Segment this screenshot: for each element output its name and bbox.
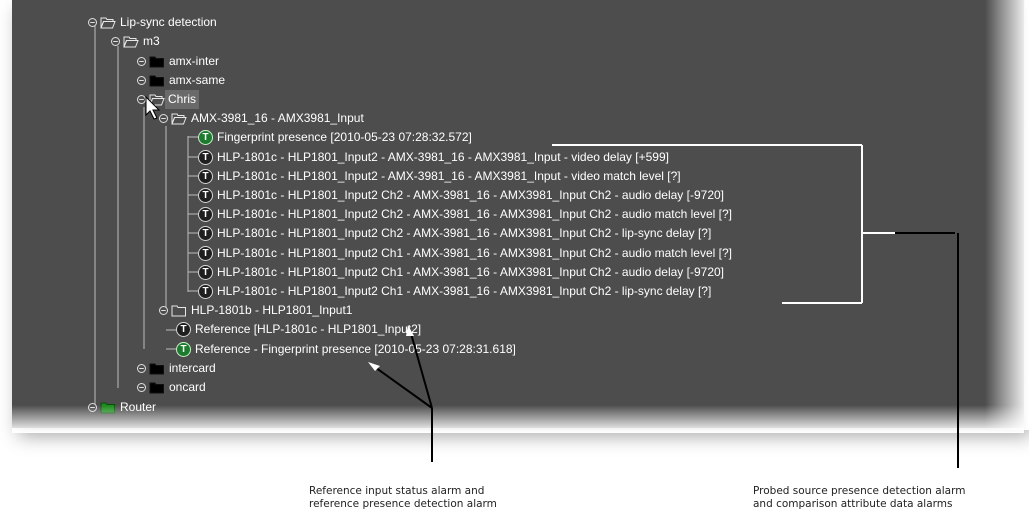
callout-reference-alarms: Reference input status alarm and referen… — [309, 485, 497, 511]
callout-right-line-1: Probed source presence detection alarm — [753, 485, 966, 497]
callout-left-line-2: reference presence detection alarm — [309, 498, 497, 510]
callout-probed-alarms: Probed source presence detection alarm a… — [753, 485, 965, 511]
callout-leader-lines — [368, 232, 959, 468]
callout-right-line-2: and comparison attribute data alarms — [753, 498, 953, 510]
callout-left-line-1: Reference input status alarm and — [309, 485, 485, 497]
mouse-pointer-icon — [145, 96, 161, 120]
